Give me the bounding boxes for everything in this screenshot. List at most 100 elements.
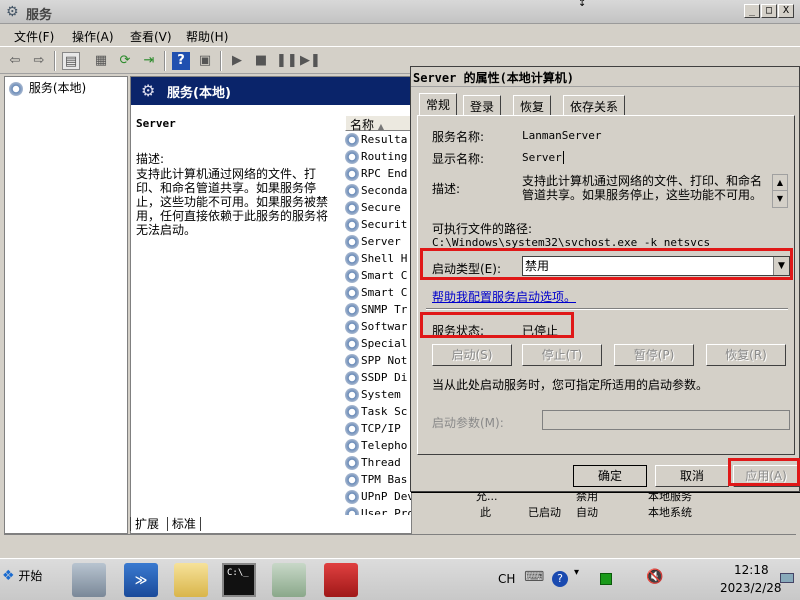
- play-icon[interactable]: ▶: [228, 52, 246, 70]
- help-configure-link[interactable]: 帮助我配置服务启动选项。: [432, 288, 576, 305]
- resume-service-button[interactable]: 恢复(R): [706, 344, 786, 366]
- service-list-row[interactable]: Secure: [345, 201, 411, 218]
- service-gear-icon: [345, 133, 359, 147]
- ok-button[interactable]: 确定: [573, 465, 647, 487]
- service-gear-icon: [345, 337, 359, 351]
- service-row-name: SSDP Di: [361, 371, 408, 384]
- display-name-label: 显示名称:: [432, 152, 485, 166]
- cancel-button[interactable]: 取消: [655, 465, 729, 487]
- service-status-highlight: [420, 312, 574, 338]
- dialog-titlebar[interactable]: Server 的属性(本地计算机): [411, 67, 799, 87]
- service-list-row[interactable]: Special: [345, 337, 411, 354]
- stop-icon[interactable]: ■: [252, 52, 270, 70]
- tab-recovery[interactable]: 恢复: [513, 95, 552, 115]
- tab-extended[interactable]: 扩展: [130, 517, 164, 531]
- window-titlebar[interactable]: ⚙ 服务 ↕ _ □ X: [0, 0, 800, 24]
- service-list-row[interactable]: TCP/IP: [345, 422, 411, 439]
- keyboard-icon[interactable]: ⌨: [524, 569, 544, 585]
- dialog-title: Server 的属性(本地计算机): [413, 71, 575, 85]
- exe-path-label: 可执行文件的路径:: [432, 222, 533, 236]
- service-list-row[interactable]: SSDP Di: [345, 371, 411, 388]
- stop-service-button[interactable]: 停止(T): [522, 344, 602, 366]
- service-list-row[interactable]: TPM Bas: [345, 473, 411, 490]
- restart-icon[interactable]: ▶❚: [300, 52, 321, 70]
- input-language[interactable]: CH: [498, 572, 515, 586]
- services-gear-icon: [9, 81, 23, 96]
- service-list-row[interactable]: Routing: [345, 150, 411, 167]
- menu-help[interactable]: 帮助(H): [186, 28, 228, 45]
- tab-logon[interactable]: 登录: [463, 95, 502, 115]
- cmd-icon[interactable]: C:\_: [222, 563, 256, 597]
- pause-icon[interactable]: ❚❚: [276, 52, 298, 70]
- clock-time[interactable]: 12:18: [734, 563, 769, 577]
- powershell-icon[interactable]: ≫: [124, 563, 158, 597]
- toolbox-icon[interactable]: [324, 563, 358, 597]
- service-list-row[interactable]: Shell H: [345, 252, 411, 269]
- service-gear-icon: [345, 201, 359, 215]
- service-list-row[interactable]: Smart C: [345, 269, 411, 286]
- service-list-row[interactable]: User Profile S: [345, 507, 411, 515]
- description-scrollbar[interactable]: ▲ ▼: [772, 174, 788, 208]
- description-textarea[interactable]: 支持此计算机通过网络的文件、打印、和命名管道共享。如果服务停止，这些功能不可用。: [522, 174, 770, 208]
- help-icon[interactable]: ?: [172, 52, 190, 70]
- sort-ascending-icon: ▲: [377, 122, 384, 131]
- explorer-folder-icon[interactable]: [174, 563, 208, 597]
- help-circle-icon[interactable]: ?: [552, 571, 568, 587]
- start-service-button[interactable]: 启动(S): [432, 344, 512, 366]
- service-list-row[interactable]: Securit: [345, 218, 411, 235]
- service-list-row[interactable]: Server: [345, 235, 411, 252]
- service-list-row[interactable]: SPP Not: [345, 354, 411, 371]
- service-gear-icon: [345, 320, 359, 334]
- service-list-row[interactable]: Telepho: [345, 439, 411, 456]
- service-list-row[interactable]: RPC End: [345, 167, 411, 184]
- tab-dependencies[interactable]: 依存关系: [563, 95, 626, 115]
- server-manager-icon[interactable]: [72, 563, 106, 597]
- close-button[interactable]: X: [778, 4, 794, 18]
- back-arrow-icon[interactable]: ⇦: [6, 52, 24, 70]
- tab-general[interactable]: 常规: [419, 93, 458, 115]
- volume-muted-icon[interactable]: 🔇: [646, 569, 663, 585]
- service-row-name: Softwar: [361, 320, 408, 333]
- startup-type-highlight: [420, 248, 793, 280]
- service-list: 名称 ▲ Resulta Routing RPC End Seconda Secure S…: [345, 115, 411, 515]
- service-list-row[interactable]: System: [345, 388, 411, 405]
- forward-arrow-icon[interactable]: ⇨: [30, 52, 48, 70]
- properties-icon[interactable]: ▦: [92, 52, 110, 70]
- menu-file[interactable]: 文件(F): [14, 28, 54, 45]
- scroll-down-icon[interactable]: ▼: [773, 191, 787, 207]
- menu-action[interactable]: 操作(A): [72, 28, 114, 45]
- service-list-row[interactable]: Smart C: [345, 286, 411, 303]
- tab-standard[interactable]: 标准: [166, 517, 201, 531]
- clock-date[interactable]: 2023/2/28: [720, 581, 782, 595]
- pause-service-button[interactable]: 暂停(P): [614, 344, 694, 366]
- display-name-field[interactable]: Server: [522, 151, 564, 164]
- service-gear-icon: [345, 218, 359, 232]
- service-list-row[interactable]: Thread: [345, 456, 411, 473]
- description-label: 描述:: [136, 152, 165, 166]
- service-list-row[interactable]: UPnP Device Host: [345, 490, 411, 507]
- service-list-row[interactable]: Seconda: [345, 184, 411, 201]
- start-param-input[interactable]: [542, 410, 790, 430]
- console-icon[interactable]: ▣: [196, 52, 214, 70]
- tray-expand-icon[interactable]: ▾: [574, 567, 579, 578]
- network-monitor-icon[interactable]: [272, 563, 306, 597]
- export-list-icon[interactable]: ⇥: [140, 52, 158, 70]
- service-row-name: Smart C: [361, 286, 408, 299]
- menu-view[interactable]: 查看(V): [130, 28, 172, 45]
- show-tree-icon[interactable]: ▤: [62, 52, 80, 70]
- network-status-icon[interactable]: [600, 573, 612, 585]
- refresh-icon[interactable]: ⟳: [116, 52, 134, 70]
- column-header-name[interactable]: 名称 ▲: [345, 115, 411, 132]
- tree-root-item[interactable]: 服务(本地): [9, 79, 86, 96]
- start-button[interactable]: ❖ 开始: [2, 567, 52, 591]
- scroll-up-icon[interactable]: ▲: [773, 175, 787, 191]
- maximize-button[interactable]: □: [761, 4, 777, 18]
- show-desktop-icon[interactable]: [780, 573, 794, 583]
- minimize-button[interactable]: _: [744, 4, 760, 18]
- list-extra-columns: 允... 禁用 本地服务 此 已启动 自动 本地系统: [476, 490, 692, 519]
- service-list-row[interactable]: Softwar: [345, 320, 411, 337]
- window-title: 服务: [26, 8, 53, 23]
- service-list-row[interactable]: Resulta: [345, 133, 411, 150]
- service-list-row[interactable]: SNMP Tr: [345, 303, 411, 320]
- service-list-row[interactable]: Task Sc: [345, 405, 411, 422]
